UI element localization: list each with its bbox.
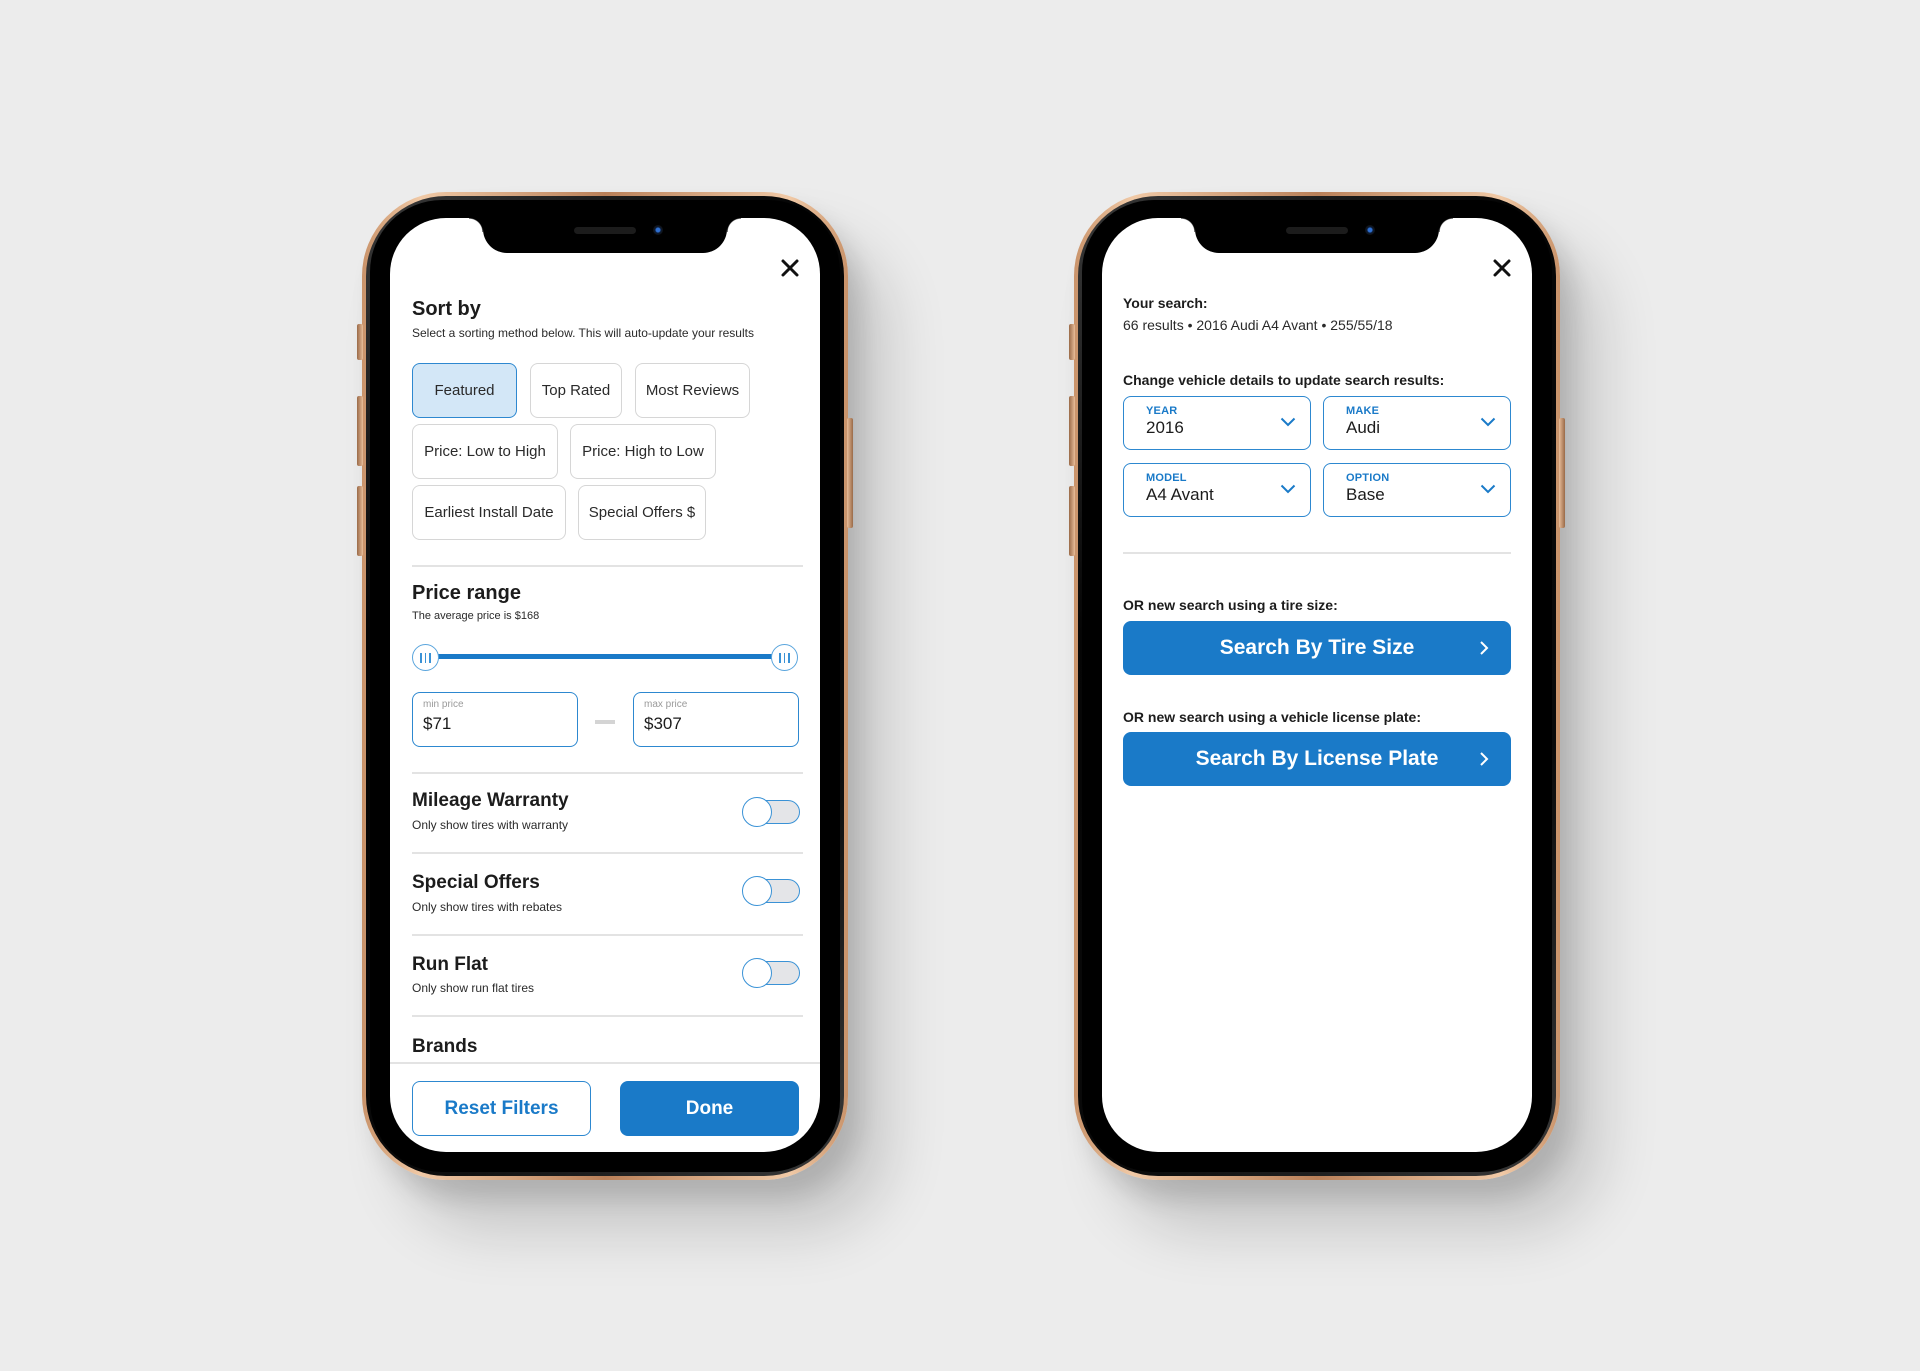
tire-size-prompt: OR new search using a tire size: — [1123, 597, 1338, 613]
license-plate-prompt: OR new search using a vehicle license pl… — [1123, 709, 1422, 725]
power-button — [1559, 418, 1565, 528]
year-dropdown[interactable]: YEAR 2016 — [1123, 396, 1311, 450]
max-price-input[interactable]: max price $307 — [633, 692, 799, 747]
phone-vehicle-search: Your search: 66 results • 2016 Audi A4 A… — [1069, 192, 1565, 1180]
sort-option-earliest-install[interactable]: Earliest Install Date — [412, 485, 566, 540]
chevron-down-icon — [1480, 417, 1496, 427]
search-by-tire-size-button[interactable]: Search By Tire Size — [1123, 621, 1511, 675]
vehicle-search-screen: Your search: 66 results • 2016 Audi A4 A… — [1102, 218, 1532, 1152]
run-flat-subtitle: Only show run flat tires — [412, 981, 535, 995]
special-offers-subtitle: Only show tires with rebates — [412, 900, 563, 914]
price-range-subtitle: The average price is $168 — [412, 610, 540, 622]
mute-switch — [357, 324, 363, 360]
search-by-tire-size-label: Search By Tire Size — [1219, 636, 1415, 659]
sort-option-special-offers[interactable]: Special Offers $ — [578, 485, 706, 540]
mileage-warranty-title: Mileage Warranty — [412, 790, 569, 811]
sort-option-price-low-high[interactable]: Price: Low to High — [412, 424, 558, 479]
footer-divider — [390, 1062, 820, 1064]
volume-down-button — [1069, 486, 1075, 556]
special-offers-toggle[interactable] — [742, 876, 800, 906]
grip-line — [424, 652, 427, 663]
sort-subtitle: Select a sorting method below. This will… — [412, 326, 754, 340]
divider — [412, 565, 803, 567]
sort-option-featured[interactable]: Featured — [412, 363, 517, 418]
close-button[interactable] — [1490, 256, 1514, 280]
max-price-value: $307 — [644, 714, 682, 733]
range-separator — [595, 720, 615, 724]
notch — [469, 218, 741, 253]
price-slider-track[interactable] — [426, 654, 784, 659]
toggle-knob — [742, 797, 772, 827]
done-button[interactable]: Done — [620, 1081, 799, 1136]
sort-option-most-reviews[interactable]: Most Reviews — [635, 363, 750, 418]
min-price-value: $71 — [423, 714, 452, 733]
volume-up-button — [1069, 396, 1075, 466]
max-price-label: max price — [644, 699, 688, 710]
power-button — [847, 418, 853, 528]
run-flat-title: Run Flat — [412, 954, 488, 975]
search-by-license-plate-label: Search By License Plate — [1195, 747, 1439, 770]
volume-down-button — [357, 486, 363, 556]
price-slider-min-handle[interactable] — [412, 644, 439, 671]
chevron-down-icon — [1280, 417, 1296, 427]
option-dropdown[interactable]: OPTION Base — [1323, 463, 1511, 517]
close-icon — [781, 259, 799, 277]
chevron-down-icon — [1480, 484, 1496, 494]
close-icon — [1493, 259, 1511, 277]
mileage-warranty-toggle[interactable] — [742, 797, 800, 827]
toggle-knob — [742, 876, 772, 906]
search-summary: 66 results • 2016 Audi A4 Avant • 255/55… — [1123, 317, 1393, 333]
divider — [1123, 552, 1511, 554]
price-range-title: Price range — [412, 582, 521, 604]
price-slider-max-handle[interactable] — [771, 644, 798, 671]
sort-title: Sort by — [412, 298, 481, 320]
reset-filters-button[interactable]: Reset Filters — [412, 1081, 591, 1136]
brands-title: Brands — [412, 1036, 478, 1057]
make-label: MAKE — [1346, 405, 1380, 417]
chevron-right-icon — [1480, 752, 1489, 766]
speaker-grille — [574, 227, 636, 234]
min-price-label: min price — [423, 699, 464, 710]
special-offers-title: Special Offers — [412, 872, 540, 893]
sort-option-top-rated[interactable]: Top Rated — [530, 363, 622, 418]
phone-filters: Sort by Select a sorting method below. T… — [357, 192, 853, 1180]
mockup-stage: Sort by Select a sorting method below. T… — [0, 0, 1920, 1371]
divider — [412, 934, 803, 936]
mute-switch — [1069, 324, 1075, 360]
front-camera-icon — [653, 225, 663, 235]
front-camera-icon — [1365, 225, 1375, 235]
divider — [412, 772, 803, 774]
chevron-down-icon — [1280, 484, 1296, 494]
grip-line — [779, 652, 781, 663]
make-dropdown[interactable]: MAKE Audi — [1323, 396, 1511, 450]
mileage-warranty-subtitle: Only show tires with warranty — [412, 818, 569, 832]
grip-line — [420, 652, 422, 663]
your-search-label: Your search: — [1123, 295, 1208, 311]
model-dropdown[interactable]: MODEL A4 Avant — [1123, 463, 1311, 517]
divider — [412, 852, 803, 854]
sort-option-price-high-low[interactable]: Price: High to Low — [570, 424, 716, 479]
min-price-input[interactable]: min price $71 — [412, 692, 578, 747]
speaker-grille — [1286, 227, 1348, 234]
notch — [1181, 218, 1453, 253]
run-flat-toggle[interactable] — [742, 958, 800, 988]
grip-line — [783, 652, 786, 663]
search-by-license-plate-button[interactable]: Search By License Plate — [1123, 732, 1511, 786]
toggle-knob — [742, 958, 772, 988]
change-vehicle-prompt: Change vehicle details to update search … — [1123, 372, 1445, 388]
close-button[interactable] — [778, 256, 802, 280]
filters-screen: Sort by Select a sorting method below. T… — [390, 218, 820, 1152]
year-label: YEAR — [1146, 405, 1178, 417]
model-label: MODEL — [1146, 472, 1187, 484]
chevron-right-icon — [1480, 641, 1489, 655]
grip-line — [788, 652, 790, 663]
divider — [412, 1015, 803, 1017]
option-label: OPTION — [1346, 472, 1390, 484]
grip-line — [429, 652, 431, 663]
volume-up-button — [357, 396, 363, 466]
